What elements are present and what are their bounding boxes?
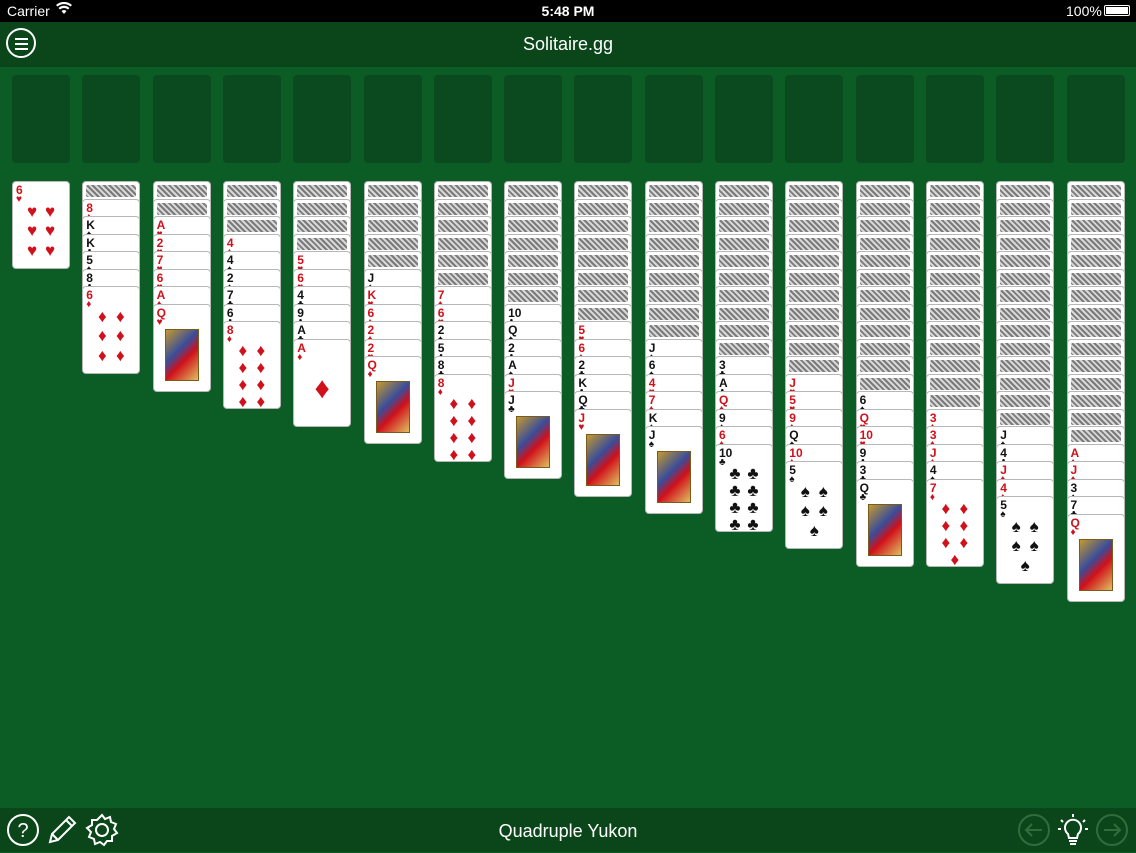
foundation-slot[interactable] — [574, 75, 633, 163]
battery-percent: 100% — [1066, 3, 1102, 19]
card-suit: ♣ — [859, 491, 867, 503]
playing-card[interactable]: Q♣ — [855, 478, 914, 567]
card-pips: ♣♣♣♣♣♣♣♣♣♣ — [729, 463, 759, 532]
playing-card[interactable]: Q♥ — [152, 303, 211, 392]
foundation-slot[interactable] — [433, 75, 492, 163]
playing-card[interactable]: 5 ♠ ♠ ♠ ♠ ♠ ♠ — [785, 461, 844, 549]
playing-card[interactable]: 7 ♦ ♦ ♦ ♦ ♦ ♦ ♦ ♦ — [925, 478, 984, 567]
foundation-slot[interactable] — [504, 75, 563, 163]
undo-arrow-icon[interactable] — [1016, 812, 1052, 848]
foundation-slot[interactable] — [785, 75, 844, 163]
face-card-art — [867, 503, 902, 556]
card-suit: ♣ — [508, 404, 515, 415]
foundation-slot[interactable] — [715, 75, 773, 163]
card-pips: ♦ ♦ ♦ ♦ ♦ ♦ ♦ ♦ — [238, 341, 266, 409]
card-pips: ♦ ♦ ♦ ♦ ♦ ♦ ♦ — [941, 498, 969, 567]
foundation-slot[interactable] — [222, 75, 281, 163]
playing-card[interactable]: J♥ — [574, 408, 633, 497]
top-bar: Solitaire.gg — [0, 22, 1136, 67]
foundation-slot[interactable] — [644, 75, 703, 163]
card-suit: ♦ — [1070, 526, 1076, 538]
card-suit: ♦ — [297, 351, 303, 363]
playing-card[interactable]: 6 ♥ ♥ ♥ ♥ ♥ ♥ ♥ — [12, 181, 70, 269]
foundation-slot[interactable] — [1066, 75, 1125, 163]
card-pips: ♠ ♠ ♠ ♠ ♠ — [1011, 517, 1039, 575]
battery-icon — [1104, 5, 1130, 16]
playing-card[interactable]: 5 ♠ ♠ ♠ ♠ ♠ ♠ — [996, 496, 1055, 584]
playing-card[interactable]: J♠ — [644, 426, 703, 514]
card-suit: ♦ — [226, 334, 232, 345]
playing-card[interactable]: J ♣ — [504, 391, 563, 479]
card-suit: ♠ — [1000, 509, 1006, 520]
card-suit: ♦ — [437, 386, 443, 398]
card-pips: ♦ ♦ ♦ ♦ ♦ ♦ — [97, 307, 125, 365]
hint-lightbulb-icon[interactable] — [1055, 812, 1091, 848]
card-suit: ♠ — [648, 439, 654, 450]
card-suit: ♥ — [578, 421, 585, 433]
face-card-art — [516, 416, 551, 468]
face-card-art — [1078, 538, 1113, 591]
foundation-slot[interactable] — [363, 75, 422, 163]
card-pips: ♦ — [314, 372, 330, 405]
card-suit: ♥ — [16, 194, 22, 205]
card-pips: ♦ ♦ ♦ ♦ ♦ ♦ ♦ ♦ — [449, 393, 477, 462]
face-card-art — [164, 328, 199, 381]
playing-card[interactable]: 8 ♦ ♦ ♦ ♦ ♦ ♦ ♦ ♦ ♦ — [433, 373, 492, 462]
face-card-art — [656, 451, 691, 503]
card-suit: ♦ — [86, 299, 92, 310]
playing-card[interactable]: Q♦ — [1066, 513, 1125, 602]
foundation-slot[interactable] — [293, 75, 352, 163]
playing-card[interactable]: A ♦ ♦ — [293, 338, 352, 427]
redo-arrow-icon[interactable] — [1094, 812, 1130, 848]
foundation-slot[interactable] — [996, 75, 1055, 163]
face-card-art — [375, 381, 410, 433]
clock: 5:48 PM — [541, 3, 595, 19]
app-title: Solitaire.gg — [522, 34, 614, 54]
playing-card[interactable]: Q♦ — [363, 356, 422, 444]
card-suit: ♠ — [789, 474, 795, 485]
game-name: Quadruple Yukon — [498, 821, 638, 841]
face-card-art — [586, 433, 621, 486]
foundation-slot[interactable] — [152, 75, 211, 163]
foundation-slot[interactable] — [925, 75, 984, 163]
playing-card[interactable]: 10♣♣♣♣♣♣♣♣♣♣♣ — [715, 443, 773, 532]
card-suit: ♦ — [929, 491, 935, 503]
card-suit: ♣ — [719, 456, 726, 468]
card-suit: ♦ — [367, 369, 373, 380]
playing-card[interactable]: 8 ♦ ♦ ♦ ♦ ♦ ♦ ♦ ♦ ♦ — [222, 321, 281, 409]
playing-card[interactable]: 6 ♦ ♦ ♦ ♦ ♦ ♦ ♦ — [82, 286, 141, 374]
foundation-slot[interactable] — [12, 75, 70, 163]
foundation-slot[interactable] — [82, 75, 141, 163]
card-pips: ♠ ♠ ♠ ♠ ♠ — [800, 482, 828, 540]
card-pips: ♥ ♥ ♥ ♥ ♥ ♥ — [26, 202, 56, 260]
card-suit: ♥ — [156, 316, 163, 328]
status-bar: Carrier 5:48 PM 100% — [0, 0, 1136, 22]
foundation-slot[interactable] — [855, 75, 914, 163]
bottom-toolbar: ? Quadruple Yukon — [0, 808, 1136, 852]
